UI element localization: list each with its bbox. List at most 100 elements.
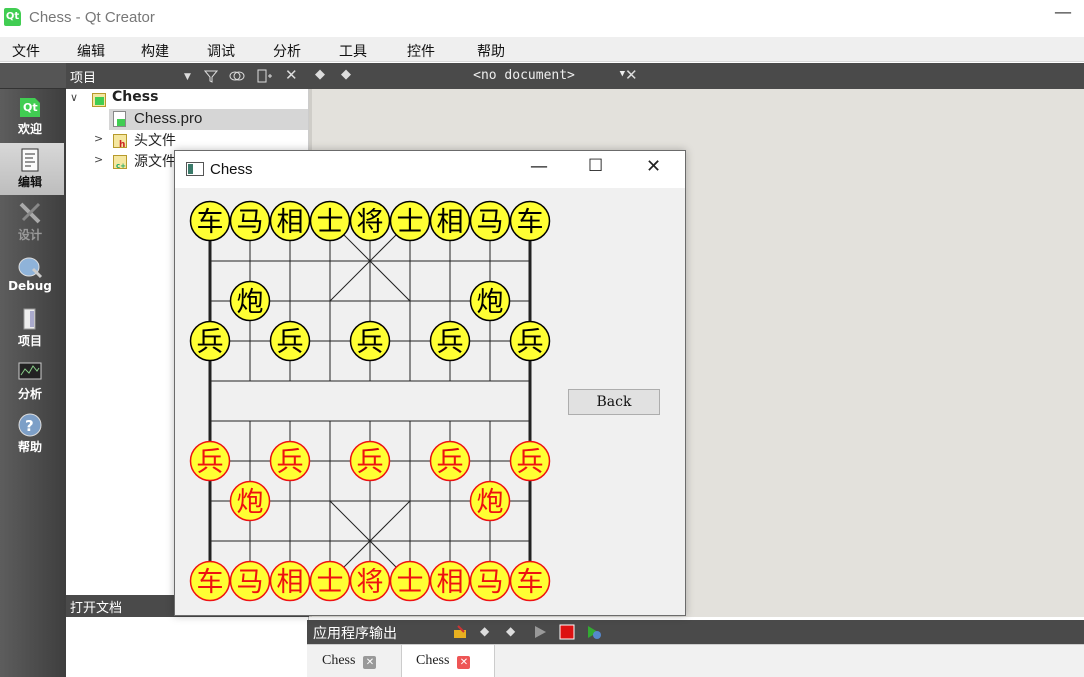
project-panel-header: 项目 ▼ ✕ [66,63,309,89]
output-tabs: Chess ✕ Chess ✕ [307,644,1084,677]
chess-piece[interactable]: 炮 [229,280,271,322]
close-tab-icon[interactable]: ✕ [363,656,377,669]
chess-piece[interactable]: 士 [389,560,431,602]
chess-piece[interactable]: 兵 [429,440,471,482]
help-question-icon: ? [18,413,42,437]
edit-document-icon [21,148,39,172]
mode-design[interactable]: 设计 [0,196,64,248]
svg-text:?: ? [25,417,34,435]
chess-piece[interactable]: 马 [229,200,271,242]
mode-projects[interactable]: 项目 [0,302,64,354]
chess-piece[interactable]: 士 [309,560,351,602]
chess-piece[interactable]: 相 [269,560,311,602]
expand-arrow-icon[interactable]: ∨ [70,91,78,104]
previous-item-icon[interactable]: ◆ [480,624,496,640]
collapsed-arrow-icon[interactable]: > [94,132,103,145]
output-tab-1[interactable]: Chess ✕ [315,645,401,677]
piece-label: 士 [317,207,344,238]
menu-file[interactable]: 文件 [12,41,40,61]
mode-bar-header [0,63,66,89]
editor-toolbar: ◆ ◆ <no document> ▼ ✕ [309,63,1084,89]
chess-piece[interactable]: 兵 [189,320,231,362]
collapsed-arrow-icon[interactable]: > [94,153,103,166]
tree-item-headers[interactable]: > h 头文件 [92,130,308,150]
forward-arrow-icon[interactable]: ◆ [341,67,351,82]
chess-piece[interactable]: 兵 [349,440,391,482]
next-item-icon[interactable]: ◆ [506,624,522,640]
chess-piece[interactable]: 车 [189,560,231,602]
output-tab-2[interactable]: Chess ✕ [401,645,495,677]
chess-piece[interactable]: 兵 [269,320,311,362]
piece-label: 士 [317,567,344,598]
chess-piece[interactable]: 相 [429,200,471,242]
mode-edit[interactable]: 编辑 [0,143,64,195]
chess-piece[interactable]: 士 [309,200,351,242]
chess-piece[interactable]: 兵 [429,320,471,362]
piece-label: 相 [277,567,304,598]
split-view-icon[interactable] [257,69,273,83]
debug-bug-icon [18,257,43,279]
chess-piece[interactable]: 马 [469,200,511,242]
piece-label: 兵 [437,327,464,358]
piece-label: 兵 [277,327,304,358]
menu-bar: 文件 编辑 构建 调试 分析 工具 控件 帮助 [0,37,1084,62]
source-folder-icon: c+ [113,155,127,169]
close-panel-icon[interactable]: ✕ [285,66,298,84]
project-panel-title: 项目 [70,71,97,86]
clear-output-icon[interactable] [452,624,468,640]
piece-label: 炮 [477,287,504,318]
chess-piece[interactable]: 车 [189,200,231,242]
chess-piece[interactable]: 兵 [269,440,311,482]
chess-piece[interactable]: 兵 [509,440,551,482]
tree-item-project[interactable]: ∨ Chess [66,89,308,109]
chess-piece[interactable]: 马 [229,560,271,602]
chess-piece[interactable]: 车 [509,200,551,242]
chess-piece[interactable]: 兵 [509,320,551,362]
chess-piece[interactable]: 兵 [349,320,391,362]
filter-icon[interactable] [204,69,218,83]
maximize-button[interactable]: ☐ [588,156,603,176]
close-document-icon[interactable]: ✕ [625,66,638,84]
chess-piece[interactable]: 将 [349,200,391,242]
chess-piece[interactable]: 兵 [189,440,231,482]
attach-debugger-icon[interactable] [586,624,602,640]
minimize-button[interactable]: — [1054,2,1072,23]
close-button[interactable]: ✕ [646,156,661,177]
menu-tools[interactable]: 工具 [339,41,367,61]
back-arrow-icon[interactable]: ◆ [315,67,325,82]
back-button[interactable]: Back [568,389,660,415]
menu-help[interactable]: 帮助 [477,41,505,61]
minimize-button[interactable]: — [530,156,548,177]
menu-edit[interactable]: 编辑 [77,41,105,61]
chess-piece[interactable]: 马 [469,560,511,602]
svg-text:h: h [119,140,125,148]
menu-controls[interactable]: 控件 [407,41,435,61]
mode-welcome[interactable]: Qt 欢迎 [0,90,64,142]
chess-piece[interactable]: 车 [509,560,551,602]
tree-item-pro-file[interactable]: Chess.pro [109,109,308,130]
mode-debug[interactable]: Debug [0,249,64,301]
mode-help[interactable]: ? 帮助 [0,408,64,460]
menu-build[interactable]: 构建 [141,41,169,61]
piece-label: 兵 [357,327,384,358]
chess-piece[interactable]: 炮 [229,480,271,522]
mode-analyze[interactable]: 分析 [0,355,64,407]
project-wrench-icon [23,308,36,330]
chess-piece[interactable]: 炮 [469,480,511,522]
chess-piece[interactable]: 炮 [469,280,511,322]
menu-debug[interactable]: 调试 [207,41,235,61]
sync-link-icon[interactable] [229,69,245,83]
chess-piece[interactable]: 将 [349,560,391,602]
open-documents-list[interactable] [66,617,309,677]
chess-piece[interactable]: 相 [429,560,471,602]
close-tab-icon[interactable]: ✕ [457,656,471,669]
run-icon[interactable] [532,624,548,640]
stop-icon[interactable] [559,624,575,640]
document-selector[interactable]: <no document> ▼ [417,64,631,88]
view-dropdown-arrow-icon[interactable]: ▼ [184,72,191,82]
chess-piece[interactable]: 士 [389,200,431,242]
chess-window-title: Chess [210,161,253,178]
mode-label: 欢迎 [17,122,42,136]
menu-analyze[interactable]: 分析 [273,41,301,61]
chess-piece[interactable]: 相 [269,200,311,242]
